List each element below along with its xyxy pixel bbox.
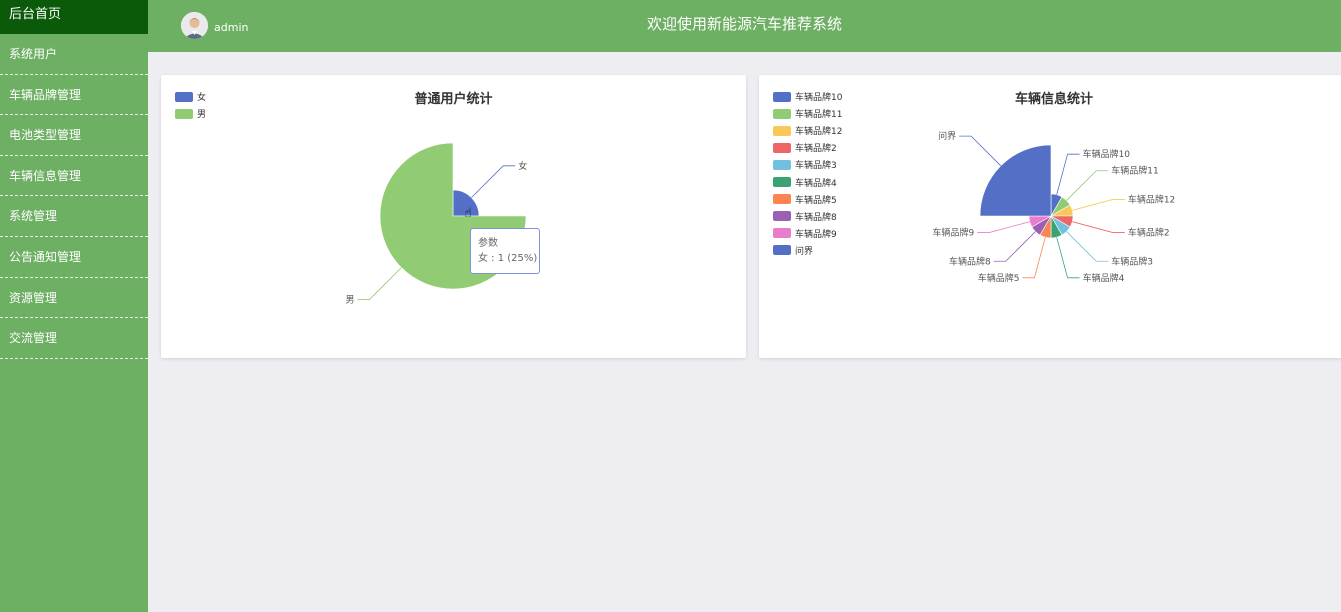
label-line-5: [1056, 237, 1080, 279]
label-line-9: [959, 135, 1002, 167]
label-line-0: [471, 165, 516, 198]
top-bar: admin 欢迎使用新能源汽车推荐系统: [148, 0, 1341, 52]
slice-label-8: 车辆品牌9: [932, 227, 974, 239]
sidebar-item-vehicle-info-management[interactable]: 车辆信息管理: [0, 156, 148, 197]
label-line-1: [357, 267, 402, 300]
page-title: 欢迎使用新能源汽车推荐系统: [646, 15, 842, 33]
vehicle-pie-chart: 车辆品牌10 车辆品牌11 车辆品牌12 车辆品牌2 车辆品牌3 车辆品牌4 车辆品牌5 车辆…: [932, 130, 1175, 284]
user-stats-card: 普通用户统计 女 男 女男 参数 女 : 1 (25%) ☝: [161, 75, 746, 358]
label-line-2: [1072, 199, 1125, 211]
vehicle-stats-card: 车辆信息统计 车辆品牌10 车辆品牌11 车辆品牌12 车辆品牌2 车辆品牌3 …: [759, 75, 1341, 358]
slice-label-9: 问界: [938, 130, 956, 142]
label-line-7: [993, 231, 1036, 262]
tooltip-value: 女 : 1 (25%): [478, 253, 538, 264]
slice-label-6: 车辆品牌5: [978, 272, 1020, 284]
sidebar-item-announcement-management[interactable]: 公告通知管理: [0, 237, 148, 278]
sidebar-item-communication-management[interactable]: 交流管理: [0, 318, 148, 359]
sidebar-item-resource-management[interactable]: 资源管理: [0, 278, 148, 319]
slice-label-0: 车辆品牌10: [1083, 148, 1131, 160]
sidebar-item-system-users[interactable]: 系统用户: [0, 34, 148, 75]
hand-cursor-icon: ☝: [464, 206, 472, 221]
slice-label-5: 车辆品牌4: [1083, 272, 1125, 284]
sidebar-item-brand-management[interactable]: 车辆品牌管理: [0, 75, 148, 116]
slice-label-1: 男: [346, 294, 355, 305]
label-line-8: [977, 221, 1030, 233]
slice-label-1: 车辆品牌11: [1111, 165, 1158, 177]
slice-label-2: 车辆品牌12: [1128, 193, 1175, 205]
sidebar: 后台首页 系统用户 车辆品牌管理 电池类型管理 车辆信息管理 系统管理 公告通知…: [0, 0, 148, 612]
sidebar-item-battery-type-management[interactable]: 电池类型管理: [0, 115, 148, 156]
chart-tooltip: 参数 女 : 1 (25%): [470, 228, 540, 274]
slice-label-0: 女: [518, 160, 527, 172]
label-line-0: [1056, 153, 1080, 195]
slice-label-3: 车辆品牌2: [1128, 227, 1170, 239]
label-line-3: [1072, 221, 1125, 233]
label-line-1: [1066, 170, 1109, 201]
slice-label-7: 车辆品牌8: [949, 255, 991, 267]
sidebar-item-system-management[interactable]: 系统管理: [0, 196, 148, 237]
user-pie-chart: 女男: [346, 142, 527, 305]
tooltip-series-name: 参数: [478, 238, 498, 249]
label-line-6: [1022, 237, 1046, 279]
slice-label-4: 车辆品牌3: [1111, 255, 1153, 267]
label-line-4: [1066, 231, 1109, 262]
sidebar-item-home[interactable]: 后台首页: [0, 0, 148, 34]
